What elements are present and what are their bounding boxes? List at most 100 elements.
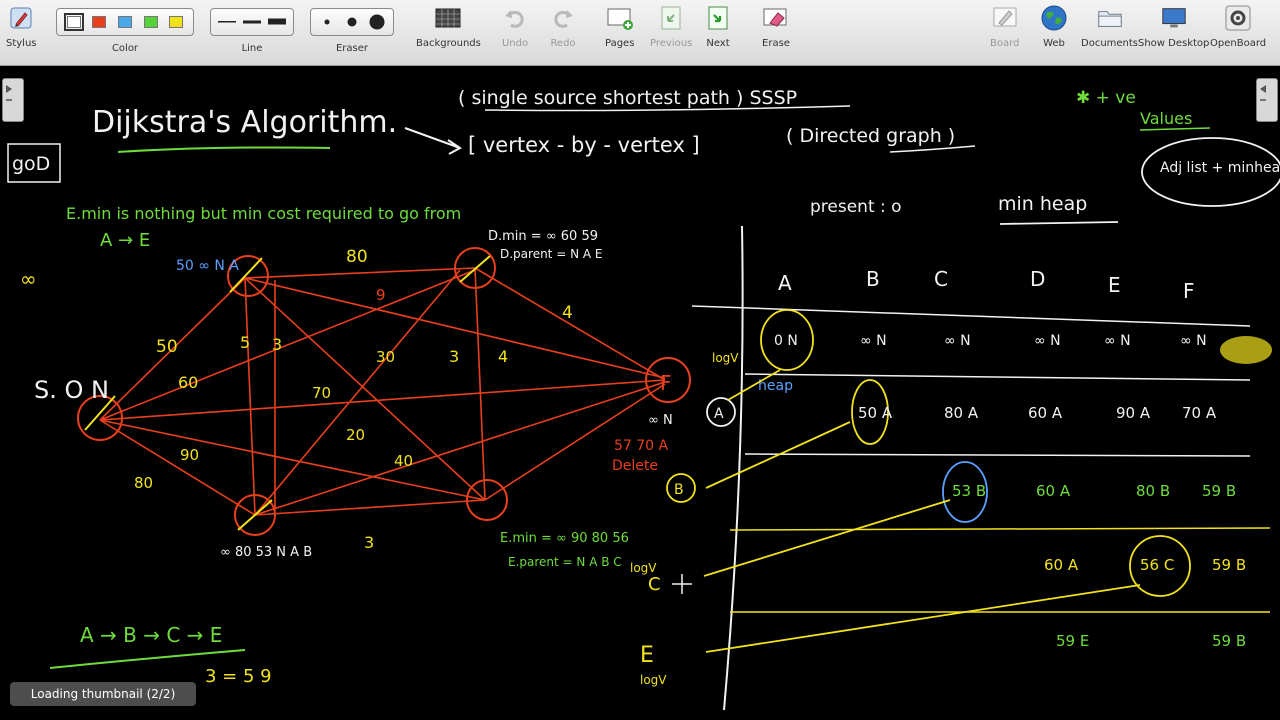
loading-toast: Loading thumbnail (2/2)	[10, 682, 196, 706]
erase-icon	[762, 4, 790, 32]
edge-weight-bd: 80	[346, 247, 368, 267]
title-text: Dijkstra's Algorithm.	[92, 105, 397, 140]
toolbar: Stylus Color Line Eraser Backgrounds Und…	[0, 0, 1280, 66]
node-b-annotation: 50 ∞ N A	[176, 258, 239, 274]
edge-weight-ce: 3	[364, 533, 374, 552]
redo-icon	[549, 4, 577, 32]
next-button[interactable]: Next	[704, 4, 732, 49]
row2-cell-c: 80 A	[944, 404, 979, 422]
line-label: Line	[241, 43, 263, 54]
eraser-label: Eraser	[335, 43, 369, 54]
eraser-small-option[interactable]	[315, 11, 340, 33]
globe-icon	[1040, 4, 1068, 32]
table-vertical-line	[723, 225, 744, 711]
table-row-1: 0 N ∞ N ∞ N ∞ N ∞ N ∞ N	[774, 333, 1207, 349]
whiteboard-canvas[interactable]: Dijkstra's Algorithm. ( single source sh…	[0, 66, 1280, 720]
table-row-2: 50 A 80 A 60 A 90 A 70 A	[858, 404, 1217, 422]
documents-button[interactable]: Documents	[1081, 4, 1138, 49]
e-parent-calc: E.parent = N A B C	[508, 555, 622, 569]
heap-extract-e: E	[640, 643, 654, 668]
web-button[interactable]: Web	[1040, 4, 1068, 49]
color-palette	[56, 8, 194, 36]
gear-icon	[1224, 4, 1252, 32]
board-drawing: Dijkstra's Algorithm. ( single source sh…	[7, 87, 1280, 711]
backgrounds-button[interactable]: Backgrounds	[416, 4, 481, 49]
previous-label: Previous	[650, 38, 693, 49]
heap-extract-c: C	[648, 574, 661, 595]
row1-cell-d: ∞ N	[1034, 333, 1061, 349]
line-thick-option[interactable]	[264, 11, 289, 33]
edge-weight-de: 3	[449, 347, 459, 366]
present-label: present : o	[810, 197, 902, 217]
color-swatch-white[interactable]	[63, 13, 84, 31]
board-button[interactable]: Board	[990, 4, 1019, 49]
scribble-mark	[1220, 336, 1272, 364]
color-swatch-red[interactable]	[92, 16, 107, 28]
row4-cell-d: 60 A	[1044, 556, 1079, 574]
line-thin-option[interactable]	[215, 11, 240, 33]
heap-extract-a: A	[714, 406, 724, 422]
row3-cell-d: 60 A	[1036, 482, 1071, 500]
infinity-mark: ∞	[20, 267, 37, 291]
row2-cell-e: 90 A	[1116, 404, 1151, 422]
logv-label-top: logV	[712, 351, 739, 365]
heap-arrows	[703, 369, 1141, 653]
line-medium-option[interactable]	[240, 11, 265, 33]
previous-button[interactable]: Previous	[650, 4, 692, 49]
color-swatch-blue[interactable]	[117, 16, 132, 28]
table-row-4: 60 A 56 C 59 B	[1044, 556, 1246, 574]
sum-result: 3 = 5 9	[205, 666, 272, 687]
line-width-selector	[210, 8, 294, 36]
redo-label: Redo	[550, 38, 576, 49]
header-b: B	[866, 267, 880, 291]
row2-cell-b: 50 A	[858, 404, 893, 422]
edge-weight-bc: 5	[240, 333, 250, 352]
header-c: C	[934, 267, 948, 291]
backgrounds-icon	[434, 4, 462, 32]
path-result: A → B → C → E	[80, 623, 222, 647]
undo-label: Undo	[501, 38, 529, 49]
source-label: S. O N	[34, 376, 109, 404]
a-to-e-note: A → E	[100, 230, 150, 251]
undo-icon	[501, 4, 529, 32]
openboard-settings-button[interactable]: OpenBoard	[1210, 4, 1266, 49]
pages-add-icon	[606, 4, 634, 32]
positive-values-note: ✱ + ve	[1076, 88, 1136, 108]
stylus-tool[interactable]: Stylus	[6, 4, 37, 49]
erase-button[interactable]: Erase	[762, 4, 790, 49]
sssp-note: ( single source shortest path ) SSSP	[458, 87, 797, 109]
pages-label: Pages	[605, 38, 635, 49]
next-page-icon	[704, 4, 732, 32]
edge-weight-be: 30	[376, 348, 395, 366]
arrow-to-vertex-note	[404, 127, 462, 155]
row2-cell-f: 70 A	[1182, 404, 1217, 422]
row1-cell-b: ∞ N	[860, 333, 887, 349]
row3-cell-f: 59 B	[1202, 482, 1236, 500]
node-f-annotation: 57 70 A	[614, 438, 669, 454]
undo-button[interactable]: Undo	[501, 4, 529, 49]
redo-button[interactable]: Redo	[549, 4, 577, 49]
eraser-large-option[interactable]	[364, 11, 389, 33]
next-label: Next	[706, 38, 730, 49]
row4-cell-f: 59 B	[1212, 556, 1246, 574]
edge-weight-bf: 9	[376, 286, 386, 304]
vertex-by-vertex-note: [ vertex - by - vertex ]	[468, 133, 700, 157]
eraser-size-selector	[310, 8, 394, 36]
edge-weight-cf: 40	[394, 452, 413, 470]
eraser-medium-option[interactable]	[340, 11, 365, 33]
show-desktop-button[interactable]: Show Desktop	[1138, 4, 1209, 49]
values-underline	[1139, 127, 1211, 131]
folder-icon	[1096, 4, 1124, 32]
color-swatch-yellow[interactable]	[169, 16, 184, 28]
table-header-line	[691, 305, 1251, 327]
logv-label-bottom: logV	[640, 673, 667, 687]
node-c-annotation: ∞ 80 53 N A B	[220, 545, 312, 560]
edge-weight-df: 4	[562, 303, 573, 323]
stylus-label: Stylus	[6, 38, 37, 49]
pages-button[interactable]: Pages	[605, 4, 634, 49]
color-swatch-green[interactable]	[143, 16, 158, 28]
d-min-note: D.min = ∞ 60 59	[488, 229, 598, 244]
header-f: F	[1183, 279, 1195, 303]
edge-weight-ed: 4	[498, 347, 508, 366]
edge-weight-ac: 80	[134, 474, 153, 492]
